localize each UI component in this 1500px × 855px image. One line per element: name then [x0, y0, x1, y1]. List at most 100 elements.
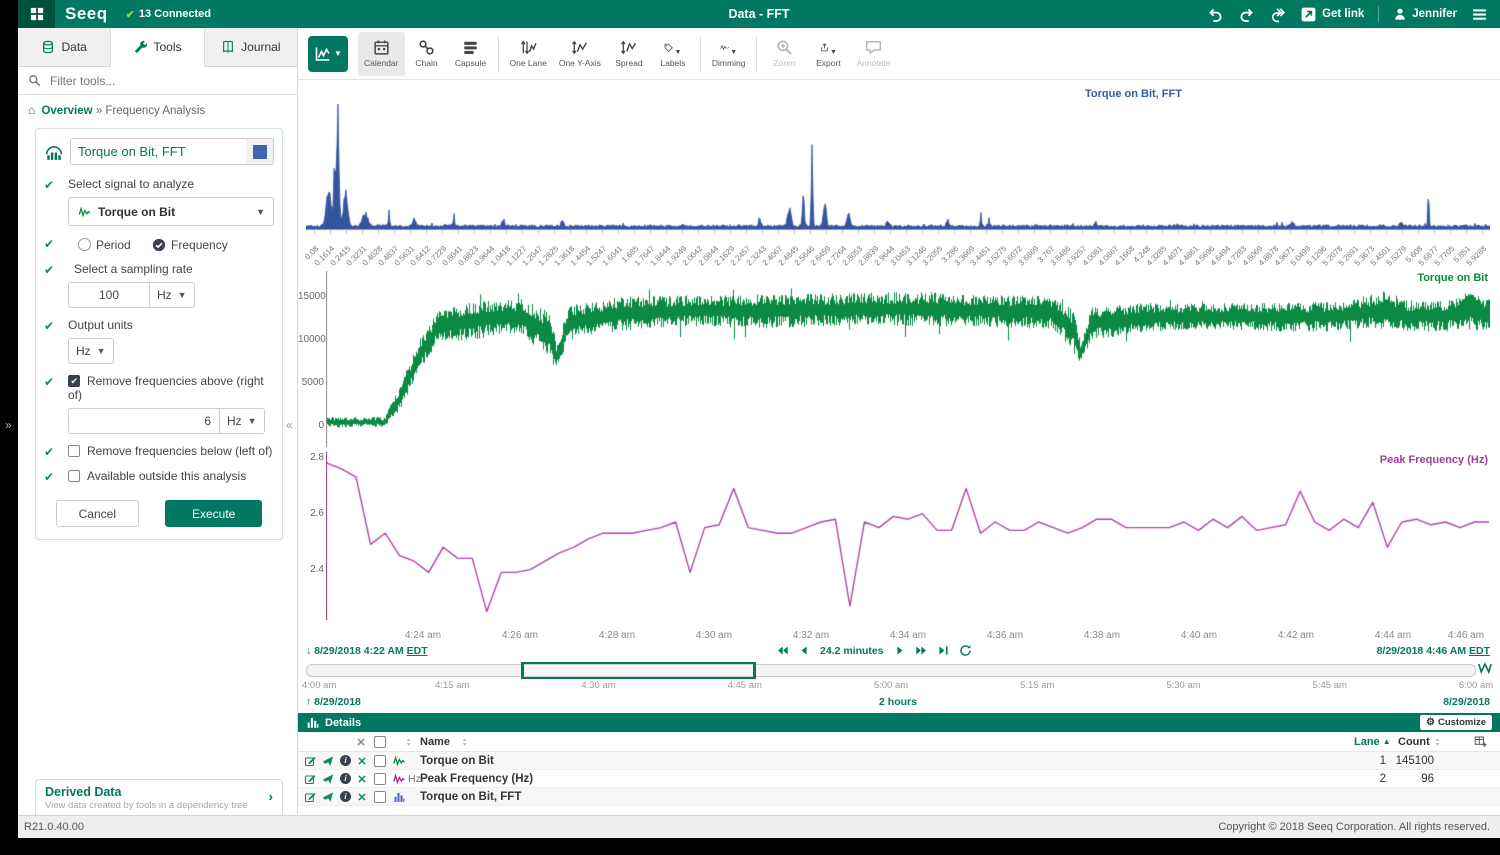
row-name[interactable]: Peak Frequency (Hz) — [420, 770, 533, 787]
edit-icon[interactable] — [304, 791, 316, 803]
peak-frequency-chart-canvas[interactable] — [326, 452, 1490, 620]
available-outside-checkbox[interactable]: Available outside this analysis — [68, 469, 246, 483]
customize-button[interactable]: ⚙ Customize — [1420, 715, 1492, 730]
connected-status[interactable]: ✔ 13 Connected — [126, 8, 211, 21]
table-row[interactable]: iTorque on Bit1145100 — [298, 752, 1500, 770]
skip-forward-icon[interactable] — [915, 644, 928, 657]
zoom-icon — [776, 39, 793, 56]
info-icon[interactable]: i — [340, 773, 351, 784]
row-name[interactable]: Torque on Bit, FFT — [420, 788, 521, 805]
chevron-down-icon: ▼ — [256, 207, 265, 217]
row-checkbox[interactable] — [374, 755, 386, 767]
tab-journal[interactable]: Journal — [205, 28, 297, 66]
view-mode-dropdown[interactable]: ▼ — [308, 36, 348, 72]
fft-chart-canvas[interactable] — [306, 102, 1490, 235]
column-lane[interactable]: Lane ▲ — [1354, 732, 1391, 751]
toolbar-button-one-lane[interactable]: One Lane — [504, 32, 553, 76]
toolbar-button-one-y-axis[interactable]: One Y-Axis — [553, 32, 607, 76]
signal-select[interactable]: Torque on Bit▼ — [68, 197, 274, 226]
hamburger-menu-icon[interactable] — [1471, 6, 1488, 23]
column-name[interactable]: Name — [420, 732, 450, 751]
toolbar-button-spread[interactable]: Spread — [607, 32, 651, 76]
row-name[interactable]: Torque on Bit — [420, 752, 494, 769]
torque-chart-canvas[interactable] — [326, 271, 1490, 447]
remove-all-icon[interactable] — [356, 732, 366, 751]
period-radio[interactable]: Period — [78, 238, 131, 252]
refresh-icon[interactable] — [959, 644, 972, 657]
scrubber-handle-right[interactable] — [753, 662, 756, 679]
add-column-icon[interactable] — [1474, 732, 1487, 751]
investigate-duration[interactable]: 2 hours — [306, 696, 1490, 708]
remove-below-checkbox[interactable]: Remove frequencies below (left of) — [68, 444, 272, 458]
range-duration[interactable]: 24.2 minutes — [820, 645, 884, 657]
investigate-end-date[interactable]: 8/29/2018 — [1443, 696, 1490, 708]
send-icon[interactable] — [322, 773, 334, 785]
table-row[interactable]: i Torque on Bit, FFT — [298, 788, 1500, 806]
send-icon[interactable] — [322, 755, 334, 767]
tab-data[interactable]: Data — [18, 28, 111, 66]
remove-above-input[interactable] — [68, 408, 220, 434]
toolbar-button-dimming[interactable]: ▼Dimming — [706, 32, 752, 76]
frequency-radio[interactable]: Frequency — [152, 238, 228, 252]
skip-to-end-icon[interactable] — [937, 644, 950, 657]
undo-icon[interactable] — [1207, 6, 1224, 23]
filter-tools-input[interactable] — [48, 73, 248, 89]
toolbar-button-capsule[interactable]: Capsule — [449, 32, 493, 76]
select-all-checkbox[interactable] — [374, 732, 386, 751]
auto-update-icon[interactable] — [1478, 661, 1492, 675]
app-frame: Seeq ✔ 13 Connected Data - FFT Get link … — [0, 0, 1500, 855]
output-unit-select[interactable]: Hz▼ — [68, 338, 114, 364]
redo-icon[interactable] — [1238, 6, 1255, 23]
edit-icon[interactable] — [304, 755, 316, 767]
execute-button[interactable]: Execute — [165, 500, 262, 527]
toolbar-button-labels[interactable]: ▼Labels — [651, 32, 695, 76]
remove-icon[interactable] — [357, 774, 367, 784]
row-checkbox[interactable] — [374, 791, 386, 803]
toolbar-button-calendar[interactable]: Calendar — [358, 32, 405, 76]
calendar-icon — [373, 39, 390, 56]
send-icon[interactable] — [322, 791, 334, 803]
sampling-rate-input[interactable] — [68, 282, 150, 308]
torque-y-tick-label: 0 — [298, 420, 324, 431]
edit-icon[interactable] — [304, 773, 316, 785]
cancel-button[interactable]: Cancel — [56, 500, 139, 527]
user-menu[interactable]: Jennifer — [1393, 7, 1457, 21]
sort-icon[interactable] — [460, 732, 469, 751]
range-start[interactable]: ↓ 8/29/2018 4:22 AM EDT — [306, 645, 428, 657]
toolbar-button-chain[interactable]: Chain — [405, 32, 449, 76]
breadcrumb-current: Frequency Analysis — [105, 105, 205, 117]
remove-above-unit-select[interactable]: Hz▼ — [220, 408, 265, 434]
collapse-tools-panel-handle[interactable]: « — [286, 415, 298, 435]
breadcrumb-overview[interactable]: Overview — [41, 105, 92, 117]
sampling-unit-select[interactable]: Hz▼ — [150, 282, 195, 308]
step-back-icon[interactable] — [798, 644, 811, 657]
remove-icon[interactable] — [357, 792, 367, 802]
table-row[interactable]: iHzPeak Frequency (Hz)296 — [298, 770, 1500, 788]
step-forward-icon[interactable] — [893, 644, 906, 657]
scrubber-selection[interactable] — [521, 662, 756, 679]
timeline-scrubber[interactable] — [306, 664, 1476, 677]
range-end[interactable]: 8/29/2018 4:46 AM EDT — [1377, 645, 1490, 657]
skip-back-icon[interactable] — [776, 644, 789, 657]
app-grid-menu-button[interactable] — [18, 0, 55, 28]
toolbar-button-export[interactable]: ▼Export — [806, 32, 850, 76]
forward-share-icon[interactable] — [1269, 6, 1286, 23]
sort-icon[interactable] — [404, 732, 413, 751]
remove-above-checkbox[interactable]: Remove frequencies above (right of) — [68, 374, 264, 402]
derived-data-button[interactable]: Derived Data View data created by tools … — [35, 779, 283, 817]
torque-y-tick-label: 5000 — [298, 377, 324, 388]
info-icon[interactable]: i — [340, 791, 351, 802]
tool-name-input[interactable]: Torque on Bit, FFT — [70, 138, 248, 165]
tab-tools[interactable]: Tools — [111, 28, 204, 67]
info-icon[interactable]: i — [340, 755, 351, 766]
seeq-logo[interactable]: Seeq — [65, 4, 108, 24]
scrubber-handle-left[interactable] — [521, 662, 524, 679]
expand-data-panel-handle[interactable]: » — [0, 415, 17, 435]
search-icon — [28, 74, 41, 87]
get-link-button[interactable]: Get link — [1300, 6, 1364, 23]
row-checkbox[interactable] — [374, 773, 386, 785]
toolbar-divider — [700, 36, 701, 72]
color-picker-button[interactable] — [247, 138, 274, 165]
column-count[interactable]: Count — [1398, 732, 1442, 751]
remove-icon[interactable] — [357, 756, 367, 766]
